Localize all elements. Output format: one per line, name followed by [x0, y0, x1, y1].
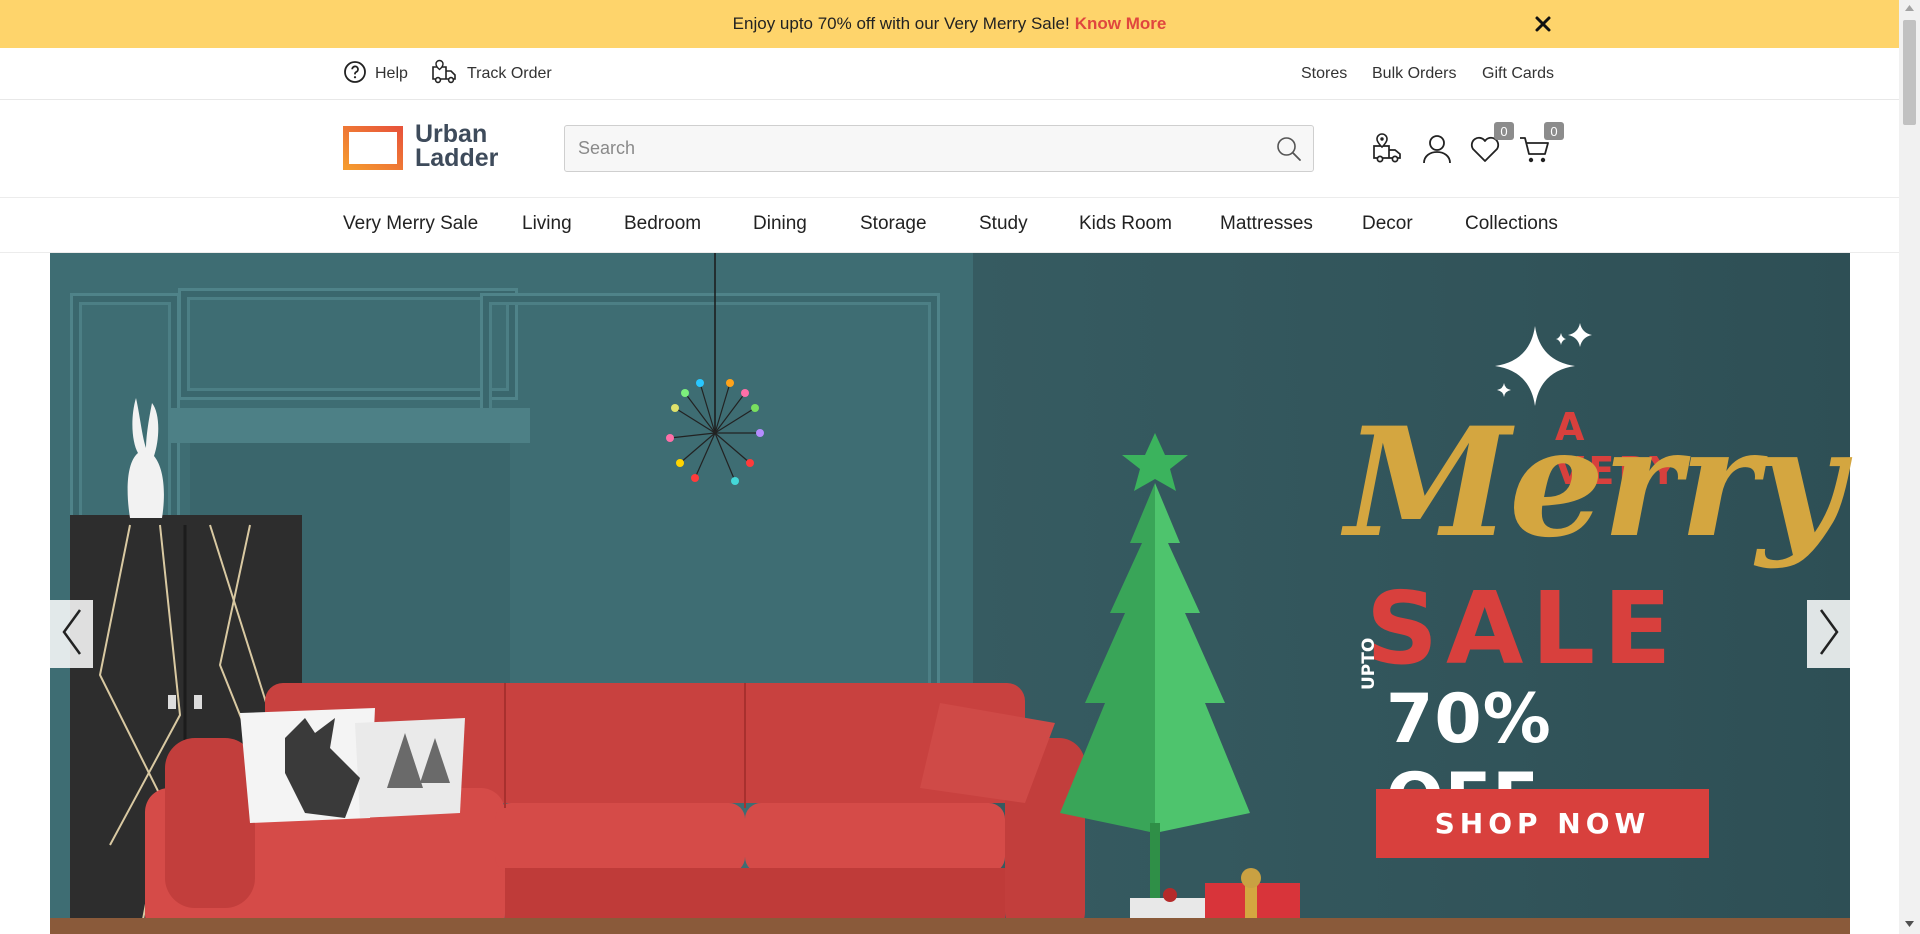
- main-nav: Very Merry Sale Living Bedroom Dining St…: [0, 198, 1899, 253]
- help-icon: [343, 60, 375, 89]
- scroll-down-icon[interactable]: [1904, 920, 1915, 928]
- help-label: Help: [375, 65, 408, 82]
- cart-count-badge: 0: [1544, 122, 1564, 140]
- page-scrollbar[interactable]: [1899, 0, 1920, 934]
- carousel-prev-button[interactable]: [50, 600, 93, 668]
- nav-kids-room[interactable]: Kids Room: [1079, 213, 1172, 235]
- wishlist-count-badge: 0: [1494, 122, 1514, 140]
- logo-mark-icon: [343, 126, 403, 170]
- nav-living[interactable]: Living: [522, 213, 572, 235]
- know-more-link[interactable]: Know More: [1075, 14, 1167, 34]
- sale-upto: UPTO: [1359, 637, 1379, 690]
- cart-icon[interactable]: 0: [1518, 122, 1564, 166]
- scroll-up-icon[interactable]: [1904, 4, 1915, 12]
- utility-bar: Help Track Order Stores Bulk Orders Gift…: [0, 48, 1899, 100]
- help-link[interactable]: Help: [343, 60, 408, 89]
- site-header: Urban Ladder 0 0: [0, 100, 1899, 198]
- red-sofa-image: [145, 683, 1085, 934]
- track-order-label: Track Order: [467, 65, 552, 82]
- nav-storage[interactable]: Storage: [860, 213, 927, 235]
- promo-banner: Enjoy upto 70% off with our Very Merry S…: [0, 0, 1899, 48]
- logo-line-2: Ladder: [415, 144, 499, 172]
- store-locator-icon[interactable]: [1371, 132, 1405, 166]
- nav-bedroom[interactable]: Bedroom: [624, 213, 701, 235]
- urban-ladder-logo[interactable]: Urban Ladder: [343, 122, 513, 172]
- shop-now-button[interactable]: SHOP NOW: [1376, 789, 1709, 858]
- chevron-left-icon: [60, 608, 84, 661]
- logo-line-1: Urban: [415, 120, 488, 148]
- chevron-right-icon: [1817, 608, 1841, 661]
- nav-very-merry-sale[interactable]: Very Merry Sale: [343, 213, 478, 235]
- floor: [50, 918, 1850, 934]
- promo-text: Enjoy upto 70% off with our Very Merry S…: [732, 14, 1070, 33]
- truck-icon: [431, 59, 467, 90]
- chandelier-image: [666, 253, 764, 485]
- stores-link[interactable]: Stores: [1301, 62, 1347, 86]
- search-box: [564, 125, 1314, 172]
- nav-mattresses[interactable]: Mattresses: [1220, 213, 1313, 235]
- sale-line-merry: Merry: [1345, 395, 1844, 571]
- scrollbar-thumb[interactable]: [1903, 20, 1916, 125]
- wall-panel: [178, 288, 518, 400]
- mantel: [170, 408, 530, 443]
- nav-study[interactable]: Study: [979, 213, 1028, 235]
- bulk-orders-link[interactable]: Bulk Orders: [1372, 62, 1456, 86]
- nav-dining[interactable]: Dining: [753, 213, 807, 235]
- user-icon[interactable]: [1420, 132, 1454, 166]
- wishlist-icon[interactable]: 0: [1468, 122, 1514, 166]
- track-order-link[interactable]: Track Order: [431, 59, 552, 86]
- search-input[interactable]: [565, 126, 1245, 171]
- gift-cards-link[interactable]: Gift Cards: [1482, 62, 1554, 86]
- nav-collections[interactable]: Collections: [1465, 213, 1558, 235]
- carousel-next-button[interactable]: [1807, 600, 1850, 668]
- rabbit-statue-image: [127, 398, 164, 518]
- close-icon[interactable]: [1530, 11, 1556, 37]
- sale-line-sale: SALE: [1366, 570, 1680, 687]
- nav-decor[interactable]: Decor: [1362, 213, 1413, 235]
- search-icon[interactable]: [1275, 135, 1303, 163]
